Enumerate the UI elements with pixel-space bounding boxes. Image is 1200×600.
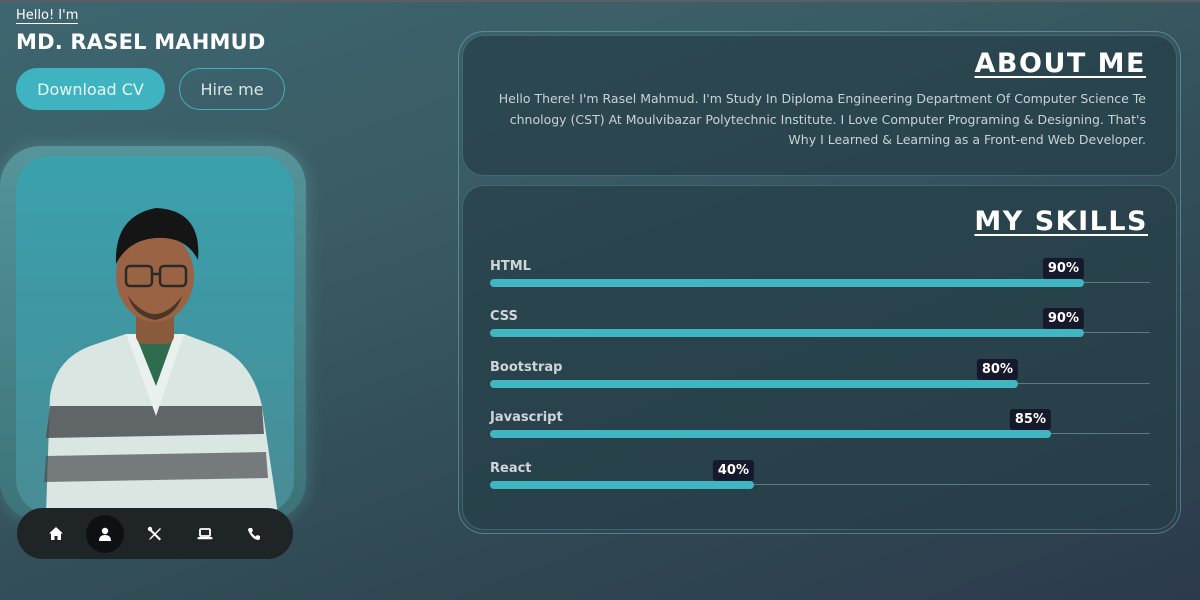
skill-percent: 80% (976, 359, 1018, 380)
nav-contact[interactable] (235, 515, 273, 553)
nav-home[interactable] (37, 515, 75, 553)
skill-name: Javascript (490, 410, 563, 425)
skill-percent: 90% (1042, 308, 1084, 329)
nav-projects[interactable] (186, 515, 224, 553)
phone-icon (248, 527, 261, 540)
hire-me-button[interactable]: Hire me (179, 68, 285, 110)
skill-percent: 40% (712, 460, 754, 481)
skill-name: CSS (490, 309, 518, 324)
bottom-navigation (17, 508, 293, 559)
skill-progress-bar (490, 380, 1018, 388)
skills-card: MY SKILLS HTML 90% CSS 90% Bootstrap 80%… (462, 185, 1177, 530)
profile-photo (16, 156, 294, 514)
skill-percent: 90% (1042, 258, 1084, 279)
skill-row: CSS 90% (490, 308, 1150, 343)
skill-name: Bootstrap (490, 360, 563, 375)
skill-row: Bootstrap 80% (490, 359, 1150, 394)
home-icon (48, 526, 63, 540)
skills-heading: MY SKILLS (974, 206, 1148, 237)
skill-progress-bar (490, 430, 1051, 438)
about-card: ABOUT ME Hello There! I'm Rasel Mahmud. … (462, 35, 1177, 176)
laptop-icon (197, 527, 213, 539)
skill-progress-bar (490, 481, 754, 489)
top-border (0, 0, 1200, 2)
skill-row: Javascript 85% (490, 409, 1150, 444)
about-text: Hello There! I'm Rasel Mahmud. I'm Study… (498, 91, 1146, 147)
skill-row: HTML 90% (490, 258, 1150, 293)
skill-progress-bar (490, 279, 1084, 287)
about-heading: ABOUT ME (974, 48, 1146, 79)
nav-skills[interactable] (136, 515, 174, 553)
profile-name: MD. RASEL MAHMUD (16, 30, 266, 54)
download-cv-button[interactable]: Download CV (16, 68, 165, 110)
skill-row: React 40% (490, 460, 1150, 495)
greeting: Hello! I'm (16, 8, 79, 24)
skill-name: React (490, 461, 532, 476)
nav-about[interactable] (86, 514, 125, 553)
user-icon (99, 527, 112, 541)
skill-percent: 85% (1009, 409, 1051, 430)
skill-progress-bar (490, 329, 1084, 337)
tools-icon (147, 526, 161, 540)
skill-name: HTML (490, 259, 531, 274)
